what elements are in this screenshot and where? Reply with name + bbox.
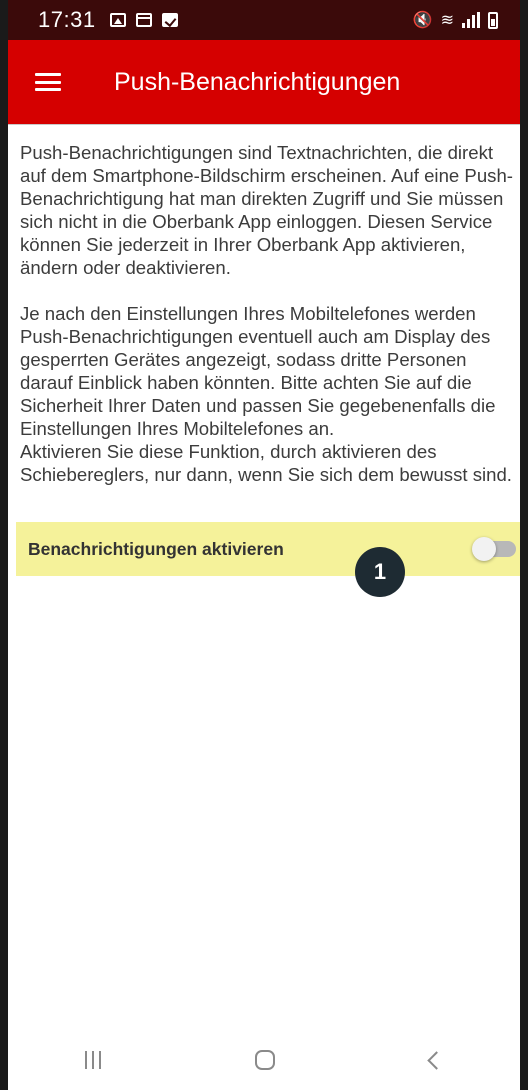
notification-icons bbox=[109, 13, 178, 27]
checkbox-notification-icon bbox=[161, 13, 178, 27]
toggle-label: Benachrichtigungen aktivieren bbox=[28, 538, 284, 559]
system-nav-bar bbox=[8, 1030, 520, 1090]
notifications-toggle-switch[interactable] bbox=[472, 537, 516, 561]
recent-apps-icon[interactable] bbox=[85, 1051, 102, 1069]
status-bar: 17:31 🔇 ≋ bbox=[8, 0, 520, 40]
system-icons: 🔇 ≋ bbox=[413, 10, 498, 30]
content: Push-Benachrichtigungen sind Textnachric… bbox=[8, 125, 520, 486]
battery-icon bbox=[488, 11, 498, 29]
notifications-toggle-row[interactable]: Benachrichtigungen aktivieren bbox=[16, 522, 520, 576]
back-icon[interactable] bbox=[427, 1050, 446, 1070]
toggle-knob bbox=[472, 537, 496, 561]
app-bar: Push-Benachrichtigungen bbox=[8, 40, 520, 125]
activation-hint-paragraph: Aktivieren Sie diese Funktion, durch akt… bbox=[20, 441, 512, 485]
gallery-notification-icon bbox=[109, 13, 126, 27]
home-icon[interactable] bbox=[255, 1050, 276, 1070]
signal-icon bbox=[462, 12, 480, 28]
warning-paragraph: Je nach den Einstellungen Ihres Mobiltel… bbox=[20, 303, 496, 439]
menu-button[interactable] bbox=[8, 40, 78, 124]
phone-screen: 17:31 🔇 ≋ Push-Benachrichtigungen Push-B… bbox=[0, 0, 528, 1090]
page-title: Push-Benachrichtigungen bbox=[114, 67, 401, 96]
calendar-notification-icon bbox=[135, 13, 152, 27]
wifi-icon: ≋ bbox=[440, 12, 454, 29]
hamburger-menu-icon bbox=[35, 73, 61, 91]
status-time: 17:31 bbox=[38, 7, 96, 32]
mute-icon: 🔇 bbox=[412, 12, 433, 29]
annotation-marker: 1 bbox=[355, 547, 405, 597]
intro-paragraph: Push-Benachrichtigungen sind Textnachric… bbox=[20, 142, 513, 278]
